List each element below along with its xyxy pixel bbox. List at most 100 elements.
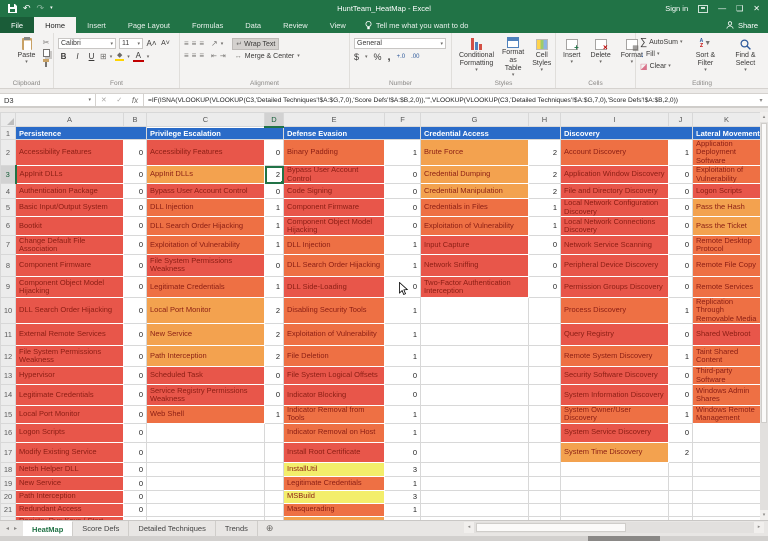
grid-cell[interactable]: 2 bbox=[669, 442, 693, 462]
row-header-6[interactable]: 6 bbox=[1, 216, 16, 235]
format-as-table-button[interactable]: Format as Table ▾ bbox=[499, 36, 527, 78]
grid-cell[interactable]: DLL Search Order Hijacking bbox=[16, 297, 124, 323]
grid-cell[interactable] bbox=[693, 503, 761, 516]
find-select-button[interactable]: Find & Select ▾ bbox=[728, 36, 762, 78]
grid-cell[interactable]: 1 bbox=[385, 254, 421, 276]
sheet-tab-trends[interactable]: Trends bbox=[216, 521, 258, 536]
row-header-2[interactable]: 2 bbox=[1, 140, 16, 166]
grid-cell[interactable]: Indicator Removal from Tools bbox=[284, 405, 385, 423]
grid-cell[interactable] bbox=[529, 346, 561, 367]
grid-cell[interactable]: 0 bbox=[385, 199, 421, 217]
grid-cell[interactable] bbox=[147, 490, 265, 503]
paste-button[interactable]: Paste ▾ bbox=[15, 36, 39, 67]
grid-cell[interactable] bbox=[421, 405, 529, 423]
vertical-scrollbar[interactable]: ▴ ▾ bbox=[760, 112, 768, 520]
ribbon-tab-page-layout[interactable]: Page Layout bbox=[117, 17, 181, 33]
grid-cell[interactable]: Network Sniffing bbox=[421, 254, 529, 276]
grid-cell[interactable] bbox=[561, 503, 669, 516]
grid-cell[interactable]: System Service Discovery bbox=[561, 423, 669, 442]
tell-me-box[interactable]: Tell me what you want to do bbox=[357, 17, 477, 33]
grid-cell[interactable]: File System Permissions Weakness bbox=[147, 254, 265, 276]
cancel-icon[interactable]: ✕ bbox=[101, 96, 107, 104]
category-header-privilege-escalation[interactable]: Privilege Escalation bbox=[147, 127, 284, 140]
grid-cell[interactable]: 2 bbox=[529, 184, 561, 199]
grid-cell[interactable]: 2 bbox=[265, 346, 284, 367]
grid-cell[interactable] bbox=[421, 503, 529, 516]
grid-cell[interactable]: Modify Existing Service bbox=[16, 442, 124, 462]
fill-color-icon[interactable]: ◆ bbox=[115, 52, 124, 61]
grid-cell[interactable]: 0 bbox=[385, 442, 421, 462]
grid-cell[interactable]: Indicator Removal on Host bbox=[284, 423, 385, 442]
grid-cell[interactable] bbox=[561, 490, 669, 503]
grid-cell[interactable]: Windows Admin Shares bbox=[693, 384, 761, 405]
column-header-B[interactable]: B bbox=[124, 113, 147, 127]
copy-icon[interactable] bbox=[43, 49, 50, 57]
ribbon-tab-insert[interactable]: Insert bbox=[76, 17, 117, 33]
redo-icon[interactable]: ↷ bbox=[37, 4, 45, 13]
grid-cell[interactable]: Account Discovery bbox=[561, 140, 669, 166]
grid-cell[interactable]: 0 bbox=[669, 367, 693, 385]
row-header-10[interactable]: 10 bbox=[1, 297, 16, 323]
grid-cell[interactable]: 1 bbox=[385, 423, 421, 442]
grid-cell[interactable]: File System Permissions Weakness bbox=[16, 346, 124, 367]
row-header-19[interactable]: 19 bbox=[1, 476, 16, 490]
grid-cell[interactable]: 0 bbox=[124, 405, 147, 423]
grid-cell[interactable] bbox=[147, 462, 265, 476]
bold-button[interactable]: B bbox=[58, 51, 69, 62]
ribbon-tab-data[interactable]: Data bbox=[234, 17, 272, 33]
grid-cell[interactable]: 1 bbox=[529, 216, 561, 235]
grid-cell[interactable]: 0 bbox=[385, 166, 421, 184]
grid-cell[interactable]: Logon Scripts bbox=[693, 184, 761, 199]
grid-cell[interactable] bbox=[529, 476, 561, 490]
currency-format-icon[interactable]: $ bbox=[354, 52, 359, 62]
grid-cell[interactable]: Web Shell bbox=[147, 405, 265, 423]
grid-cell[interactable]: Third-party Software bbox=[693, 367, 761, 385]
align-top-icon[interactable]: ≡ bbox=[184, 40, 189, 48]
grid-cell[interactable]: DLL Injection bbox=[147, 199, 265, 217]
grid-cell[interactable]: System Owner/User Discovery bbox=[561, 405, 669, 423]
grid-cell[interactable] bbox=[421, 442, 529, 462]
close-button[interactable]: ✕ bbox=[753, 5, 760, 13]
grid-cell[interactable]: Install Root Certificate bbox=[284, 442, 385, 462]
grid-cell[interactable] bbox=[147, 423, 265, 442]
grid-cell[interactable]: 0 bbox=[385, 367, 421, 385]
grid-cell[interactable]: Application Deployment Software bbox=[693, 140, 761, 166]
grid-cell[interactable]: 0 bbox=[124, 297, 147, 323]
grid-cell[interactable] bbox=[693, 490, 761, 503]
grid-cell[interactable]: Windows Remote Management bbox=[693, 405, 761, 423]
decrease-decimal-icon[interactable]: .00 bbox=[411, 54, 419, 60]
grid-cell[interactable] bbox=[421, 367, 529, 385]
grid-cell[interactable]: 2 bbox=[265, 324, 284, 346]
row-header-14[interactable]: 14 bbox=[1, 384, 16, 405]
grid-cell[interactable]: 0 bbox=[265, 184, 284, 199]
grid-cell[interactable]: 0 bbox=[124, 184, 147, 199]
font-color-icon[interactable]: A bbox=[133, 51, 144, 62]
merge-center-icon[interactable]: ↔ bbox=[235, 53, 242, 60]
grid-cell[interactable]: Disabling Security Tools bbox=[284, 297, 385, 323]
grid-cell[interactable] bbox=[529, 490, 561, 503]
grid-cell[interactable]: Credential Manipulation bbox=[421, 184, 529, 199]
fill-button[interactable]: ↓Fill▾ bbox=[640, 48, 682, 60]
align-right-icon[interactable]: ≡ bbox=[199, 52, 204, 60]
grid-cell[interactable]: External Remote Services bbox=[16, 324, 124, 346]
grid-cell[interactable]: 3 bbox=[385, 462, 421, 476]
grid-cell[interactable]: Bypass User Account Control bbox=[284, 166, 385, 184]
undo-icon[interactable]: ↶ bbox=[23, 4, 31, 13]
grid-cell[interactable]: 1 bbox=[385, 346, 421, 367]
increase-decimal-icon[interactable]: +.0 bbox=[397, 54, 406, 60]
insert-cells-button[interactable]: Insert ▾ bbox=[560, 36, 584, 78]
grid-cell[interactable]: New Service bbox=[147, 324, 265, 346]
increase-font-icon[interactable]: A˄ bbox=[146, 38, 157, 49]
category-header-credential-access[interactable]: Credential Access bbox=[421, 127, 561, 140]
grid-cell[interactable]: Two-Factor Authentication Interception bbox=[421, 276, 529, 297]
ribbon-tab-home[interactable]: Home bbox=[34, 17, 76, 33]
align-bottom-icon[interactable]: ≡ bbox=[199, 40, 204, 48]
grid-cell[interactable]: 1 bbox=[385, 235, 421, 254]
grid-cell[interactable]: Security Software Discovery bbox=[561, 367, 669, 385]
grid-cell[interactable]: Component Firmware bbox=[16, 254, 124, 276]
grid-cell[interactable]: File and Directory Discovery bbox=[561, 184, 669, 199]
grid-cell[interactable] bbox=[529, 384, 561, 405]
grid-cell[interactable]: 0 bbox=[669, 235, 693, 254]
grid-cell[interactable] bbox=[669, 503, 693, 516]
grid-cell[interactable]: 0 bbox=[124, 254, 147, 276]
